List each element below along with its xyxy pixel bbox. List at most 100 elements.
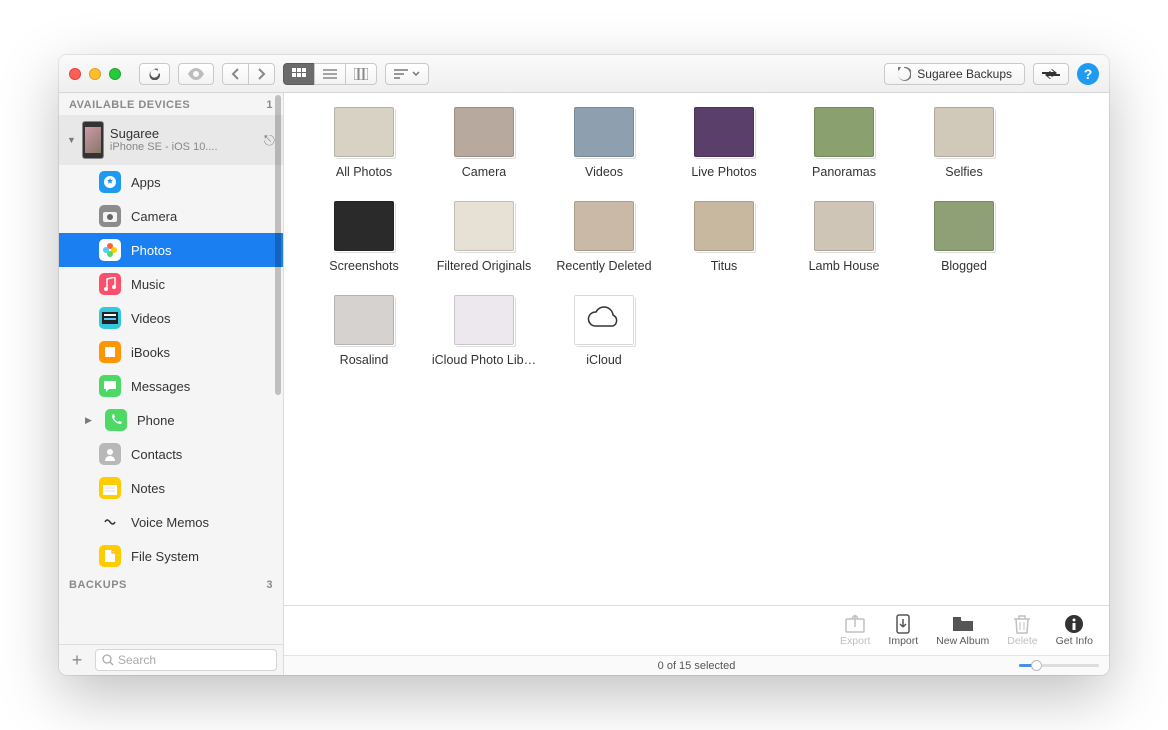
backups-button[interactable]: Sugaree Backups — [884, 63, 1025, 85]
notes-icon — [99, 477, 121, 499]
import-button[interactable]: Import — [888, 615, 918, 647]
sidebar-item-phone[interactable]: ▶Phone — [59, 403, 283, 437]
album-thumb — [814, 201, 874, 251]
sidebar-item-label: Videos — [131, 311, 171, 326]
sidebar-item-apps[interactable]: Apps — [59, 165, 283, 199]
close-button[interactable] — [69, 68, 81, 80]
videos-icon — [99, 307, 121, 329]
export-button[interactable]: Export — [840, 615, 870, 647]
album-lamb-house[interactable]: Lamb House — [784, 201, 904, 273]
chevron-down-icon[interactable]: ▼ — [67, 135, 76, 145]
album-label: Videos — [585, 165, 623, 179]
albums-grid[interactable]: All Photos Camera Videos Live Photos Panoram… — [284, 93, 1109, 605]
sidebar-item-voice-memos[interactable]: Voice Memos — [59, 505, 283, 539]
chevron-right-icon[interactable]: ▶ — [85, 415, 95, 426]
titlebar: Sugaree Backups ? — [59, 55, 1109, 93]
sidebar-item-music[interactable]: Music — [59, 267, 283, 301]
restore-icon — [897, 67, 911, 81]
preview-button[interactable] — [178, 63, 214, 85]
sidebar-item-label: Messages — [131, 379, 190, 394]
icon-view-button[interactable] — [283, 63, 315, 85]
sidebar-item-label: Apps — [131, 175, 161, 190]
devices-header-label: AVAILABLE DEVICES — [69, 99, 190, 111]
maximize-button[interactable] — [109, 68, 121, 80]
arrange-button[interactable] — [385, 63, 429, 85]
status-bar: 0 of 15 selected — [284, 655, 1109, 675]
new-album-label: New Album — [936, 635, 989, 647]
album-rosalind[interactable]: Rosalind — [304, 295, 424, 367]
column-view-button[interactable] — [345, 63, 377, 85]
forward-button[interactable] — [248, 63, 275, 85]
album-label: Screenshots — [329, 259, 398, 273]
sidebar-item-messages[interactable]: Messages — [59, 369, 283, 403]
list-view-button[interactable] — [314, 63, 346, 85]
sidebar-item-contacts[interactable]: Contacts — [59, 437, 283, 471]
contacts-icon — [99, 443, 121, 465]
sidebar-item-notes[interactable]: Notes — [59, 471, 283, 505]
album-videos[interactable]: Videos — [544, 107, 664, 179]
usb-icon: ⎋ — [264, 132, 275, 149]
sidebar-item-ibooks[interactable]: iBooks — [59, 335, 283, 369]
transfer-button[interactable] — [1033, 63, 1069, 85]
sidebar-item-videos[interactable]: Videos — [59, 301, 283, 335]
sidebar-item-photos[interactable]: Photos — [59, 233, 283, 267]
delete-button[interactable]: Delete — [1007, 615, 1037, 647]
sidebar-item-label: Contacts — [131, 447, 182, 462]
camera-icon — [99, 205, 121, 227]
backups-button-label: Sugaree Backups — [917, 67, 1012, 81]
help-button[interactable]: ? — [1077, 63, 1099, 85]
body: AVAILABLE DEVICES 1 ▼ Sugaree iPhone SE … — [59, 93, 1109, 675]
search-input[interactable]: Search — [95, 649, 277, 671]
photos-icon — [99, 239, 121, 261]
album-thumb — [574, 201, 634, 251]
apps-icon — [99, 171, 121, 193]
minimize-button[interactable] — [89, 68, 101, 80]
devices-header: AVAILABLE DEVICES 1 — [59, 93, 283, 115]
album-live-photos[interactable]: Live Photos — [664, 107, 784, 179]
sidebar-item-file-system[interactable]: File System — [59, 539, 283, 573]
phone-icon — [105, 409, 127, 431]
album-panoramas[interactable]: Panoramas — [784, 107, 904, 179]
import-icon — [892, 615, 914, 633]
sidebar-item-label: Photos — [131, 243, 171, 258]
app-window: Sugaree Backups ? AVAILABLE DEVICES 1 ▼ … — [59, 55, 1109, 675]
album-icloud-photo-lib-[interactable]: iCloud Photo Lib… — [424, 295, 544, 367]
album-thumb — [934, 201, 994, 251]
device-row[interactable]: ▼ Sugaree iPhone SE - iOS 10.... ⎋ — [59, 115, 283, 165]
album-thumb — [574, 107, 634, 157]
album-icloud[interactable]: iCloud — [544, 295, 664, 367]
scrollbar[interactable] — [275, 95, 281, 395]
album-camera[interactable]: Camera — [424, 107, 544, 179]
add-button[interactable]: + — [65, 650, 89, 671]
zoom-slider[interactable] — [1019, 664, 1099, 667]
album-thumb — [334, 201, 394, 251]
album-label: Lamb House — [809, 259, 880, 273]
album-recently-deleted[interactable]: Recently Deleted — [544, 201, 664, 273]
bottom-toolbar: Export Import New Album Delete Get Info — [284, 605, 1109, 655]
new-album-button[interactable]: New Album — [936, 615, 989, 647]
album-screenshots[interactable]: Screenshots — [304, 201, 424, 273]
album-blogged[interactable]: Blogged — [904, 201, 1024, 273]
sidebar-item-label: Music — [131, 277, 165, 292]
reload-button[interactable] — [139, 63, 170, 85]
get-info-button[interactable]: Get Info — [1056, 615, 1093, 647]
device-subtitle: iPhone SE - iOS 10.... — [110, 141, 258, 154]
back-button[interactable] — [222, 63, 249, 85]
album-thumb — [694, 201, 754, 251]
folder-icon — [952, 615, 974, 633]
album-label: Recently Deleted — [556, 259, 651, 273]
export-label: Export — [840, 635, 870, 647]
search-icon — [102, 654, 114, 666]
sidebar-scroll[interactable]: AVAILABLE DEVICES 1 ▼ Sugaree iPhone SE … — [59, 93, 283, 644]
sidebar-item-camera[interactable]: Camera — [59, 199, 283, 233]
album-label: All Photos — [336, 165, 392, 179]
view-mode-buttons — [283, 63, 377, 85]
devices-count: 1 — [266, 99, 273, 111]
album-label: Live Photos — [691, 165, 756, 179]
chevron-down-icon — [412, 71, 420, 77]
album-titus[interactable]: Titus — [664, 201, 784, 273]
album-selfies[interactable]: Selfies — [904, 107, 1024, 179]
album-filtered-originals[interactable]: Filtered Originals — [424, 201, 544, 273]
album-all-photos[interactable]: All Photos — [304, 107, 424, 179]
messages-icon — [99, 375, 121, 397]
